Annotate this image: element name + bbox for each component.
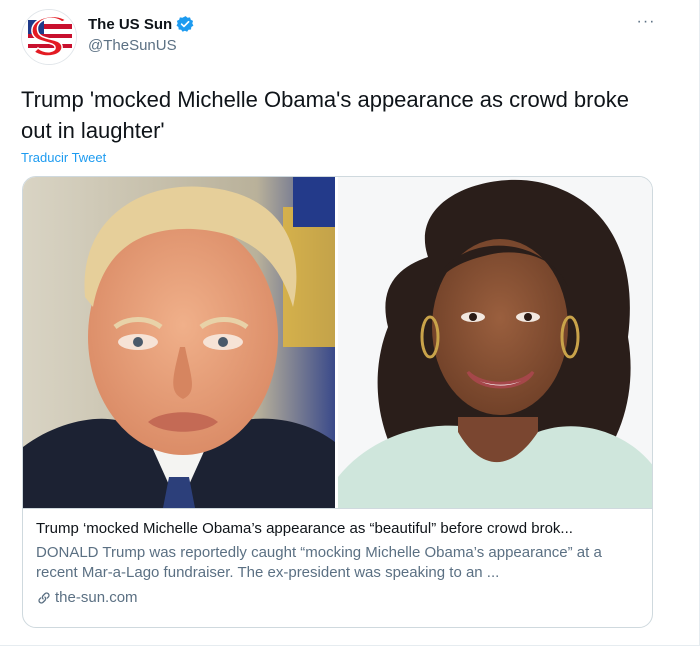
display-name[interactable]: The US Sun [88,16,172,33]
translate-tweet-link[interactable]: Traducir Tweet [21,150,106,165]
card-description: DONALD Trump was reportedly caught “mock… [36,544,602,581]
tweet-text: Trump 'mocked Michelle Obama's appearanc… [21,87,629,143]
link-icon [36,590,52,606]
tweet: The US Sun @TheSunUS ··· Trump 'mocked M… [0,0,700,646]
card-domain[interactable]: the-sun.com [55,588,138,608]
card-title[interactable]: Trump ‘mocked Michelle Obama’s appearanc… [36,519,641,539]
avatar[interactable] [21,9,77,65]
link-preview-card[interactable]: Trump ‘mocked Michelle Obama’s appearanc… [22,176,653,628]
card-images [23,177,652,508]
verified-badge-icon [176,15,194,33]
michelle-obama-photo [338,177,652,508]
the-sun-logo-icon [22,10,76,64]
account-handle[interactable]: @TheSunUS [88,37,177,54]
donald-trump-photo [23,177,335,508]
card-body[interactable]: Trump ‘mocked Michelle Obama’s appearanc… [23,509,652,618]
card-domain-row[interactable]: the-sun.com [36,588,641,608]
account-name-row[interactable]: The US Sun [88,14,194,34]
more-options-icon[interactable]: ··· [632,10,660,34]
